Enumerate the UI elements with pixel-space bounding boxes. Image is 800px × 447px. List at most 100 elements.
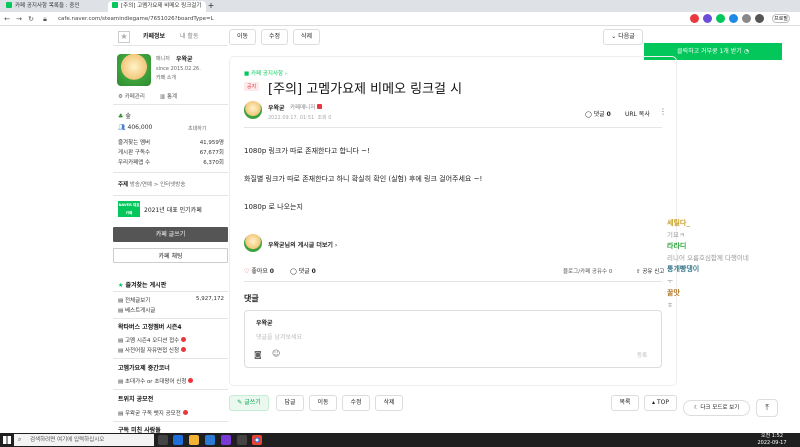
board-icon: ▤ [118, 308, 124, 314]
board-item[interactable]: ▤ 고멤 시즌4 오디션 접수 [118, 336, 187, 344]
delete-button[interactable]: 삭제 [375, 395, 403, 411]
camera-icon[interactable]: ◙ [254, 350, 262, 359]
browser-tab[interactable]: 카페 공지사항 목록들 : 중인 [2, 1, 106, 12]
next-label: 다음글 [618, 33, 635, 40]
post-date: 2022.09.17. 01:51 [268, 115, 315, 121]
edge-icon[interactable] [173, 435, 183, 445]
browser-tab-active[interactable]: [주의] 고멤가요제 비메오 링크걸기 [108, 1, 206, 12]
stats-link[interactable]: ▥ 통계 [160, 92, 177, 100]
board-section-header: 고멤가요제 중간코너 [118, 365, 170, 372]
extension-icon[interactable] [703, 14, 712, 23]
member-count: 👥︎ 406,000 [118, 124, 152, 131]
reply-button[interactable]: 답글 [276, 395, 304, 411]
cafe-manager-avatar[interactable] [117, 54, 151, 86]
chat-message: 리니어 오름호심함께 다행이네 [667, 254, 749, 262]
board-item-best[interactable]: ▤ 베스트게시글 [118, 306, 224, 314]
reload-icon[interactable]: ↻ [26, 14, 36, 24]
profile-button[interactable]: 프로필 [772, 14, 790, 23]
stat-label: 게시판 구독수 [118, 150, 151, 156]
comment-input[interactable]: 댓글을 남겨보세요 [256, 332, 302, 341]
top-button[interactable]: ▴ TOP [644, 395, 677, 411]
move-button[interactable]: 이동 [309, 395, 337, 411]
like-button[interactable]: ♡ 좋아요 0 [244, 266, 274, 275]
theme-value[interactable]: 방송/연예 > 인터넷방송 [130, 182, 186, 188]
tab-my-activity[interactable]: 내 활동 [180, 32, 198, 42]
taskbar-search-input[interactable]: 검색하려면 여기에 입력하십시오 [14, 434, 154, 446]
app-icon[interactable] [237, 435, 247, 445]
share-icon: ⇧ [636, 269, 641, 275]
clock-date: 2022-09-17 [757, 440, 787, 446]
grade-label: 숲 [125, 113, 131, 120]
share-button[interactable]: ⇧ 공유 신고 [636, 267, 664, 275]
board-icon: ▤ [118, 348, 124, 354]
delete-button[interactable]: 삭제 [293, 29, 320, 45]
stat-row: 즐겨찾는 멤버 41,959명 [118, 138, 224, 146]
board-section-header: 왁타버스 고정멤버 시즌4 [118, 324, 182, 331]
windows-start-icon[interactable] [3, 436, 11, 444]
comment-button[interactable]: ◯ 댓글 0 [290, 266, 316, 275]
list-button[interactable]: 목록 [611, 395, 639, 411]
author-name[interactable]: 우왁굳 [268, 103, 285, 112]
manager-badge-icon [317, 104, 323, 109]
board-section-header: 구독 미친 사람들 [118, 427, 161, 433]
folder-icon[interactable] [189, 435, 199, 445]
author-more-link[interactable]: 우왁굳님의 게시글 더보기 › [268, 240, 337, 249]
cafe-manage-link[interactable]: ⚙ 카페관리 [118, 92, 145, 100]
fav-header-label: 즐겨찾는 게시판 [125, 282, 167, 289]
back-icon[interactable]: ← [2, 14, 12, 24]
chat-message: ㅎ [667, 301, 673, 309]
extension-icon[interactable] [716, 14, 725, 23]
next-post-button[interactable]: ⌄ 다음글 [603, 29, 643, 45]
chat-message: ㅜ [667, 277, 673, 285]
extension-icon[interactable] [690, 14, 699, 23]
new-post-badge [182, 410, 188, 415]
puzzle-icon[interactable] [755, 14, 764, 23]
chrome-icon[interactable] [252, 435, 262, 445]
task-view-icon[interactable] [158, 435, 168, 445]
comment-editor[interactable] [244, 310, 662, 368]
app-icon[interactable] [221, 435, 231, 445]
url-copy-button[interactable]: URL 복사 [625, 109, 650, 118]
scroll-top-icon[interactable]: ⤒ [756, 399, 778, 417]
board-link[interactable]: ■ 카페 공지사항 › [244, 69, 287, 77]
ad-label: 클릭하고 거부쿵 1개 받기 [677, 48, 742, 55]
like-label: 좋아요 [251, 268, 268, 275]
dark-mode-button[interactable]: ☾ 다크 모드로 보기 [683, 400, 750, 416]
forward-icon[interactable]: → [14, 14, 24, 24]
board-item-all[interactable]: ▤ 전체글보기 5,927,172 [118, 296, 224, 304]
url-field[interactable]: cafe.naver.com/steamindiegame/7651026?bo… [58, 14, 238, 24]
new-tab-button[interactable]: + [206, 1, 216, 11]
write-button[interactable]: ✎ 글쓰기 [229, 395, 269, 411]
emoji-icon[interactable]: ☺ [272, 349, 280, 358]
cafe-chat-button[interactable]: 카페 채팅 [113, 248, 228, 263]
extension-icon[interactable] [742, 14, 751, 23]
cafe-write-button[interactable]: 카페 글쓰기 [113, 227, 228, 242]
app-icon[interactable] [205, 435, 215, 445]
tab-label: [주의] 고멤가요제 비메오 링크걸기 [121, 3, 202, 9]
extension-icon[interactable] [729, 14, 738, 23]
comment-count-link[interactable]: ◯ 댓글 0 [585, 109, 611, 118]
move-button[interactable]: 이동 [229, 29, 256, 45]
taskbar-clock[interactable]: 오전 1:52 2022-09-17 [752, 433, 792, 447]
tab-cafe-info[interactable]: 카페정보 [143, 32, 165, 42]
more-options-icon[interactable]: ⋮ [659, 107, 667, 116]
stat-value: 41,959명 [199, 140, 224, 146]
edit-button[interactable]: 수정 [261, 29, 288, 45]
cafe-intro-link[interactable]: 카페 소개 [156, 74, 176, 81]
comment-submit-button[interactable]: 등록 [637, 351, 647, 359]
edit-button[interactable]: 수정 [342, 395, 370, 411]
post-views: 조회 0 [317, 115, 332, 121]
chat-username: 세릴다_ [667, 219, 690, 227]
members-value: 406,000 [127, 124, 153, 131]
report-label[interactable]: 신고 [654, 269, 664, 275]
board-item[interactable]: ▤ 사전어필 자유면접 신청 [118, 346, 187, 354]
author-avatar[interactable] [244, 101, 262, 119]
stat-row: 우리카페앱 수 6,370회 [118, 158, 224, 166]
star-favorite-icon[interactable]: ★ [118, 31, 130, 43]
chevron-right-icon: › [284, 71, 288, 77]
board-item[interactable]: ▤ 초대가수 or 초대왕어 신청 [118, 377, 194, 385]
board-item[interactable]: ▤ 우왁굳 구독 뱃지 공모전 [118, 409, 188, 417]
invite-link[interactable]: 초대하기 [188, 125, 206, 132]
author-avatar[interactable] [244, 234, 262, 252]
manager-name[interactable]: 우왁굳 [176, 54, 193, 63]
